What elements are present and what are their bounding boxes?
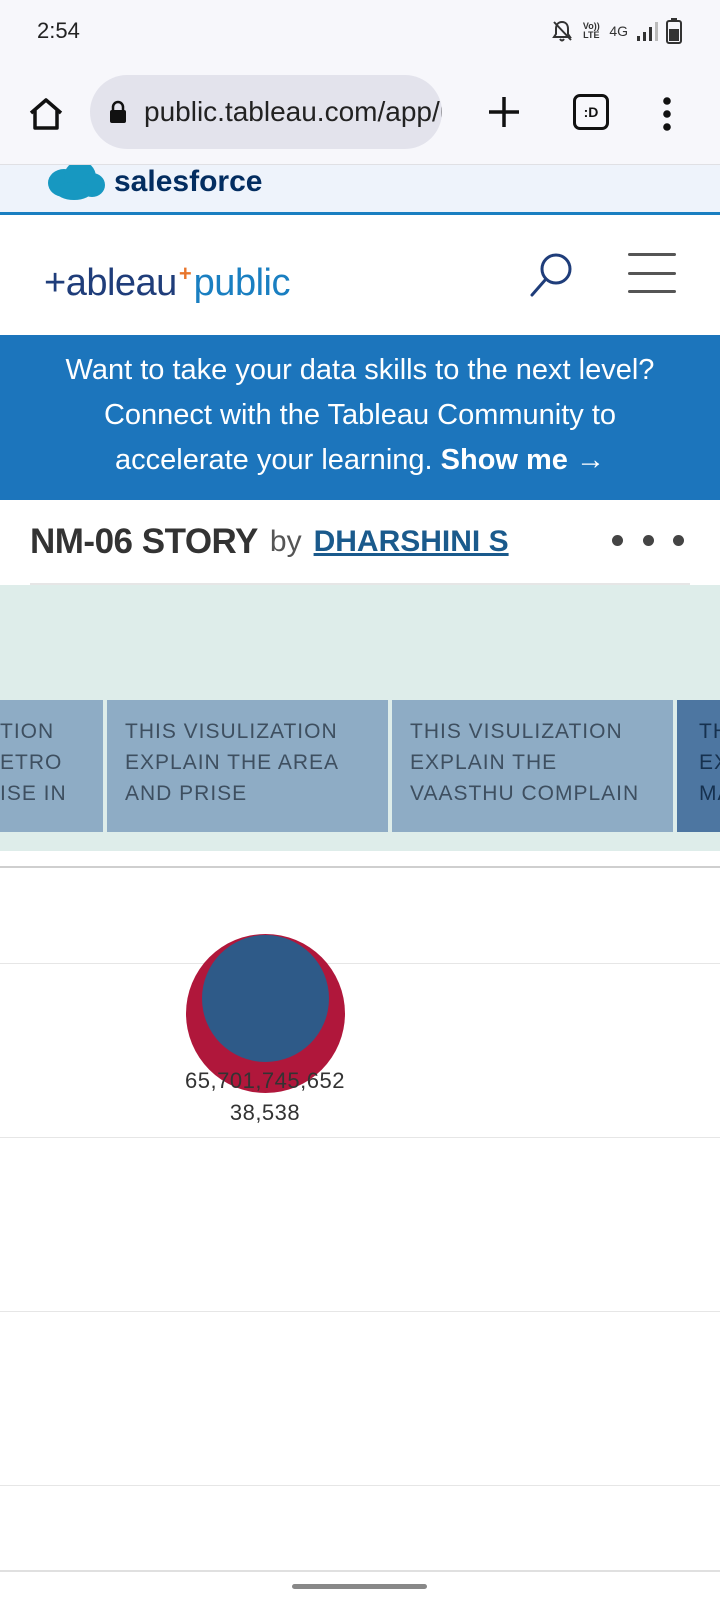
grid-line <box>0 1137 720 1138</box>
story-navigator: TION ETRO ISE IN THIS VISULIZATION EXPLA… <box>0 585 720 851</box>
hamburger-line <box>628 290 676 293</box>
story-point-line: TION <box>0 720 55 743</box>
search-button[interactable] <box>526 249 578 301</box>
status-icons: Vo)) LTE 4G <box>551 16 682 46</box>
logo-plus-icon: + <box>178 261 192 286</box>
more-dot-icon <box>612 534 623 546</box>
more-dot-icon <box>673 534 684 546</box>
notifications-off-icon <box>552 20 573 42</box>
gesture-navigation-bar[interactable] <box>292 1584 427 1589</box>
story-point-1[interactable]: THIS VISULIZATION EXPLAIN THE AREA AND P… <box>107 700 388 832</box>
hamburger-line <box>628 253 676 256</box>
story-point-line: ISE IN <box>0 782 67 805</box>
viz-canvas[interactable] <box>0 868 720 1568</box>
promo-line-3: accelerate your learning. <box>115 444 433 476</box>
story-point-line: EX <box>699 751 720 774</box>
site-header: +ableau + public <box>0 215 720 335</box>
more-options-button[interactable] <box>612 522 684 558</box>
viz-title: NM-06 STORY <box>30 521 258 561</box>
story-point-line: TH <box>699 720 720 743</box>
more-dot-icon <box>642 534 654 546</box>
grid-line <box>0 1311 720 1312</box>
story-point-line: EXPLAIN THE <box>410 751 558 774</box>
browser-menu-button[interactable] <box>647 88 687 140</box>
browser-toolbar: public.tableau.com/app/profile/dharshini… <box>0 64 720 165</box>
mark-label-value: 38,538 <box>229 1100 301 1125</box>
more-vert-icon <box>663 97 671 131</box>
hamburger-menu-button[interactable] <box>628 253 676 293</box>
promo-line-3-wrap: accelerate your learning. Show me → <box>0 438 720 483</box>
bubble-mark-inner[interactable] <box>202 935 329 1062</box>
battery-icon <box>666 18 682 44</box>
hamburger-line <box>628 271 676 275</box>
show-me-link[interactable]: Show me → <box>441 444 605 476</box>
story-point-line: EXPLAIN THE AREA <box>125 751 340 774</box>
story-point-line: ETRO <box>0 751 63 774</box>
home-button[interactable] <box>20 88 72 140</box>
story-point-3-active[interactable]: TH EX MA <box>677 700 720 832</box>
community-promo-banner: Want to take your data skills to the nex… <box>0 335 720 500</box>
logo-tableau-text: +ableau <box>44 262 177 304</box>
tab-count-badge: :D <box>573 94 609 130</box>
signal-icon <box>637 22 658 41</box>
volte-icon: Vo)) LTE <box>582 21 600 40</box>
author-link[interactable]: DHARSHINI S <box>314 525 509 559</box>
url-bar[interactable]: public.tableau.com/app/profile/dharshini <box>90 75 442 149</box>
story-point-line: THIS VISULIZATION <box>125 720 338 743</box>
salesforce-wordmark: salesforce <box>114 165 263 198</box>
logo-public-text: public <box>193 262 291 304</box>
story-point-line: AND PRISE <box>125 782 248 805</box>
network-type: 4G <box>609 23 628 39</box>
status-bar: 2:54 Vo)) LTE 4G <box>0 0 720 64</box>
story-point-line: THIS VISULIZATION <box>410 720 623 743</box>
search-icon <box>530 253 572 297</box>
grid-line <box>0 963 720 964</box>
story-point-2[interactable]: THIS VISULIZATION EXPLAIN THE VAASTHU CO… <box>392 700 673 832</box>
viz-bottom-border <box>0 1570 720 1572</box>
url-text: public.tableau.com/app/profile/dharshini <box>144 96 442 127</box>
promo-line-2: Connect with the Tableau Community to <box>103 399 617 431</box>
story-point-0[interactable]: TION ETRO ISE IN <box>0 700 103 832</box>
tableau-public-logo[interactable]: +ableau + public <box>44 245 290 305</box>
viz-title-row: NM-06 STORY by DHARSHINI S <box>30 500 690 585</box>
plus-icon <box>489 97 519 127</box>
mark-label-value: 65,701,745,652 <box>185 1068 345 1093</box>
tab-switcher-button[interactable]: :D <box>567 88 615 136</box>
new-tab-button[interactable] <box>478 86 530 138</box>
home-icon <box>29 98 63 130</box>
story-point-line: MA <box>699 782 720 805</box>
status-time: 2:54 <box>37 18 80 43</box>
story-point-line: VAASTHU COMPLAIN <box>410 782 640 805</box>
grid-line <box>0 1485 720 1486</box>
promo-line-1: Want to take your data skills to the nex… <box>65 354 655 386</box>
salesforce-cloud-icon <box>48 165 105 200</box>
viz-by-label: by <box>269 524 302 558</box>
lock-icon <box>108 98 128 126</box>
salesforce-banner[interactable]: salesforce <box>0 165 720 215</box>
